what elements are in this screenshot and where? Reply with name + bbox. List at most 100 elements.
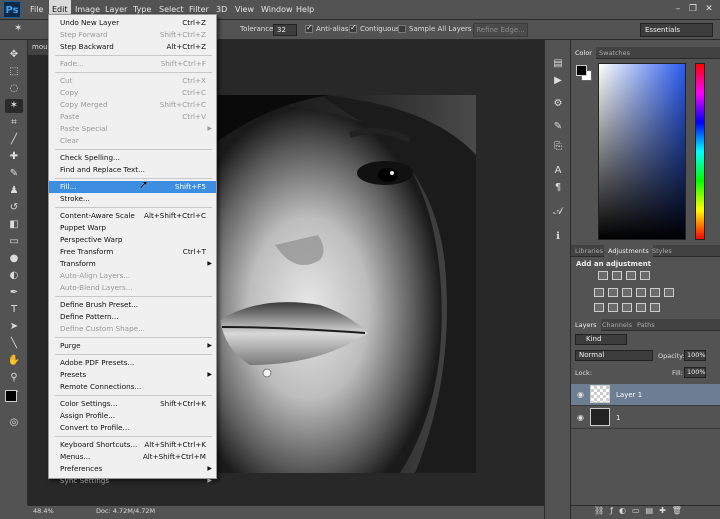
menu-item-keyboard-shortcuts[interactable]: Keyboard Shortcuts... Alt+Shift+Ctrl+K: [49, 439, 216, 451]
visibility-eye-icon[interactable]: ◉: [577, 390, 587, 400]
menu-item-fade[interactable]: Fade... Shift+Ctrl+F: [49, 58, 216, 70]
menu-item-undo[interactable]: Undo New Layer Ctrl+Z: [49, 17, 216, 29]
actions-panel-icon[interactable]: ▶: [551, 74, 565, 88]
hand-tool-icon[interactable]: ✋: [5, 354, 23, 368]
menu-item-paste-special[interactable]: Paste Special ▶: [49, 123, 216, 135]
layer-action-icons[interactable]: ⛓ƒ◐▭▤✚🗑: [594, 506, 714, 517]
menu-item-copy-merged[interactable]: Copy Merged Shift+Ctrl+C: [49, 99, 216, 111]
menu-item-color-settings[interactable]: Color Settings... Shift+Ctrl+K: [49, 398, 216, 410]
exposure-icon[interactable]: [640, 271, 650, 280]
marquee-tool-icon[interactable]: ⬚: [5, 65, 23, 79]
minimize-button[interactable]: –: [672, 3, 684, 15]
menu-item-define-pattern[interactable]: Define Pattern...: [49, 311, 216, 323]
lasso-tool-icon[interactable]: ◌: [5, 82, 23, 96]
visibility-eye-icon[interactable]: ◉: [577, 413, 587, 423]
menu-item-purge[interactable]: Purge ▶: [49, 340, 216, 352]
channel-mixer-icon[interactable]: [664, 288, 674, 297]
tab-swatches[interactable]: Swatches: [595, 47, 634, 59]
line-tool-icon[interactable]: ╲: [5, 337, 23, 351]
tolerance-input[interactable]: 32: [273, 24, 297, 36]
close-button[interactable]: ✕: [703, 3, 715, 15]
dodge-tool-icon[interactable]: ◐: [5, 269, 23, 283]
menu-item-step-forward[interactable]: Step Forward Shift+Ctrl+Z: [49, 29, 216, 41]
menu-item-menus[interactable]: Menus... Alt+Shift+Ctrl+M: [49, 451, 216, 463]
history-panel-icon[interactable]: ▤: [551, 57, 565, 71]
magic-wand-icon[interactable]: ✶: [14, 23, 28, 37]
layer-row-selected[interactable]: Layer 1: [571, 384, 720, 406]
type-tool-icon[interactable]: T: [5, 303, 23, 317]
menu-item-define-custom-shape[interactable]: Define Custom Shape...: [49, 323, 216, 335]
eraser-tool-icon[interactable]: ◧: [5, 218, 23, 232]
menu-item-free-transform[interactable]: Free Transform Ctrl+T: [49, 246, 216, 258]
foreground-color-swatch[interactable]: [5, 390, 17, 402]
glyphs-panel-icon[interactable]: 𝒜: [551, 205, 565, 219]
tab-adjustments[interactable]: Adjustments: [604, 245, 653, 257]
menu-item-check-spelling[interactable]: Check Spelling...: [49, 152, 216, 164]
tab-styles[interactable]: Styles: [648, 245, 676, 257]
move-tool-icon[interactable]: ✥: [5, 48, 23, 62]
crop-tool-icon[interactable]: ⌗: [5, 116, 23, 130]
zoom-tool-icon[interactable]: ⚲: [5, 371, 23, 385]
path-select-icon[interactable]: ➤: [5, 320, 23, 334]
eyedropper-tool-icon[interactable]: ╱: [5, 133, 23, 147]
menu-item-perspective-warp[interactable]: Perspective Warp: [49, 234, 216, 246]
menu-item-content-aware-scale[interactable]: Content-Aware Scale Alt+Shift+Ctrl+C: [49, 210, 216, 222]
brush-panel-icon[interactable]: ✎: [551, 120, 565, 134]
layer-filter-kind[interactable]: Kind: [575, 334, 627, 345]
refine-edge-button[interactable]: Refine Edge...: [473, 23, 528, 37]
gradient-tool-icon[interactable]: ▭: [5, 235, 23, 249]
menu-item-pdf-presets[interactable]: Adobe PDF Presets...: [49, 357, 216, 369]
menu-item-assign-profile[interactable]: Assign Profile...: [49, 410, 216, 422]
selective-color-icon[interactable]: [650, 303, 660, 312]
menu-item-clear[interactable]: Clear: [49, 135, 216, 147]
history-brush-icon[interactable]: ↺: [5, 201, 23, 215]
menu-item-preferences[interactable]: Preferences ▶: [49, 463, 216, 475]
menu-help[interactable]: Help: [293, 0, 317, 20]
blend-mode-select[interactable]: Normal: [575, 350, 653, 361]
layer-name[interactable]: 1: [616, 414, 620, 422]
photo-filter-icon[interactable]: [650, 288, 660, 297]
info-panel-icon[interactable]: ℹ: [551, 230, 565, 244]
tab-channels[interactable]: Channels: [598, 319, 636, 331]
menu-item-transform[interactable]: Transform ▶: [49, 258, 216, 270]
vibrance-icon[interactable]: [594, 288, 604, 297]
menu-file[interactable]: File: [27, 0, 46, 20]
paragraph-panel-icon[interactable]: ¶: [551, 181, 565, 195]
tab-color[interactable]: Color: [571, 47, 596, 59]
menu-item-puppet-warp[interactable]: Puppet Warp: [49, 222, 216, 234]
menu-item-convert-profile[interactable]: Convert to Profile...: [49, 422, 216, 434]
tab-libraries[interactable]: Libraries: [571, 245, 607, 257]
color-field[interactable]: [598, 63, 686, 240]
sample-all-layers-checkbox[interactable]: [398, 25, 406, 33]
color-balance-icon[interactable]: [622, 288, 632, 297]
levels-icon[interactable]: [612, 271, 622, 280]
threshold-icon[interactable]: [622, 303, 632, 312]
gradient-map-icon[interactable]: [636, 303, 646, 312]
posterize-icon[interactable]: [608, 303, 618, 312]
menu-item-auto-align[interactable]: Auto-Align Layers...: [49, 270, 216, 282]
brush-tool-icon[interactable]: ✎: [5, 167, 23, 181]
blur-tool-icon[interactable]: ●: [5, 252, 23, 266]
invert-icon[interactable]: [594, 303, 604, 312]
menu-item-step-backward[interactable]: Step Backward Alt+Ctrl+Z: [49, 41, 216, 53]
menu-item-fill[interactable]: Fill... Shift+F5: [49, 181, 216, 193]
menu-item-define-brush[interactable]: Define Brush Preset...: [49, 299, 216, 311]
menu-item-cut[interactable]: Cut Ctrl+X: [49, 75, 216, 87]
menu-item-sync-settings[interactable]: Sync Settings ▶: [49, 475, 216, 487]
tab-paths[interactable]: Paths: [633, 319, 659, 331]
contiguous-checkbox[interactable]: [349, 23, 357, 33]
panel-foreground-swatch[interactable]: [576, 65, 587, 76]
properties-panel-icon[interactable]: ⚙: [551, 97, 565, 111]
menu-item-remote-connections[interactable]: Remote Connections...: [49, 381, 216, 393]
brightness-contrast-icon[interactable]: [598, 271, 608, 280]
hue-slider[interactable]: [695, 63, 705, 240]
fill-input[interactable]: 100%: [684, 367, 706, 378]
menu-item-presets[interactable]: Presets ▶: [49, 369, 216, 381]
hue-saturation-icon[interactable]: [608, 288, 618, 297]
antialias-checkbox[interactable]: [305, 23, 313, 33]
pen-tool-icon[interactable]: ✒: [5, 286, 23, 300]
clone-source-icon[interactable]: ⎘: [551, 140, 565, 154]
curves-icon[interactable]: [626, 271, 636, 280]
zoom-level[interactable]: 48.4%: [33, 507, 54, 515]
canvas-photo[interactable]: [200, 95, 476, 473]
